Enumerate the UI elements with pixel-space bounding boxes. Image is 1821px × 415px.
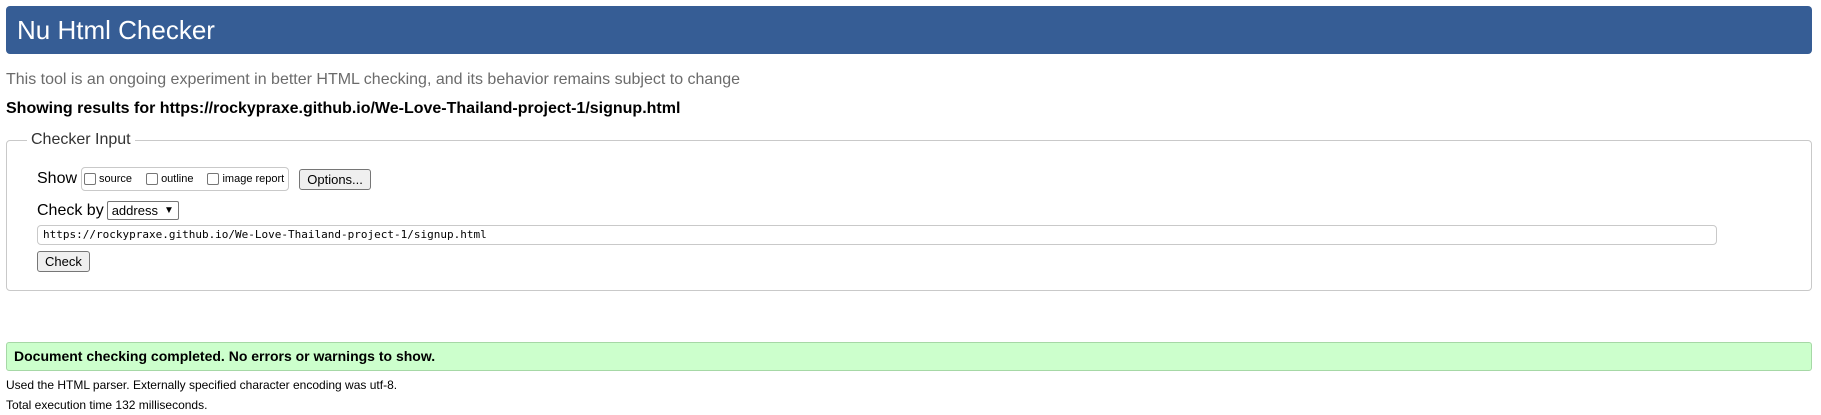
check-by-label: Check by: [37, 201, 104, 219]
source-option[interactable]: source: [84, 173, 132, 185]
checker-input-legend: Checker Input: [31, 131, 131, 148]
show-label: Show: [37, 170, 78, 187]
check-by-row: Check by address ▼: [37, 201, 179, 220]
check-by-selected-value: address: [111, 203, 158, 218]
options-button[interactable]: Options...: [299, 168, 371, 190]
source-option-label: source: [99, 173, 133, 185]
image-report-checkbox[interactable]: [207, 173, 220, 185]
status-message-success: Document checking completed. No errors o…: [6, 342, 1812, 371]
source-checkbox[interactable]: [84, 173, 97, 185]
results-heading: Showing results for https://rockypraxe.g…: [6, 100, 681, 117]
chevron-down-icon: ▼: [163, 205, 174, 216]
intro-text: This tool is an ongoing experiment in be…: [6, 71, 741, 88]
check-by-select[interactable]: address ▼: [106, 201, 179, 220]
url-input[interactable]: https://rockypraxe.github.io/We-Love-Tha…: [37, 225, 1717, 245]
outline-option[interactable]: outline: [146, 173, 193, 185]
image-report-option[interactable]: image report: [207, 173, 284, 185]
app-title-bar: Nu Html Checker: [6, 6, 1812, 54]
show-options-group: source outline image report: [81, 167, 290, 191]
execution-time: Total execution time 132 milliseconds.: [6, 398, 208, 412]
outline-option-label: outline: [161, 173, 194, 185]
check-button-row: Check: [37, 251, 90, 272]
checker-input-fieldset: Checker Input Show source outline image …: [6, 131, 1812, 291]
image-report-option-label: image report: [222, 173, 285, 185]
page-title: Nu Html Checker: [17, 15, 215, 45]
check-button[interactable]: Check: [37, 251, 90, 272]
outline-checkbox[interactable]: [146, 173, 159, 185]
show-options-row: Show source outline image report Options…: [37, 167, 371, 191]
parser-info: Used the HTML parser. Externally specifi…: [6, 378, 398, 392]
